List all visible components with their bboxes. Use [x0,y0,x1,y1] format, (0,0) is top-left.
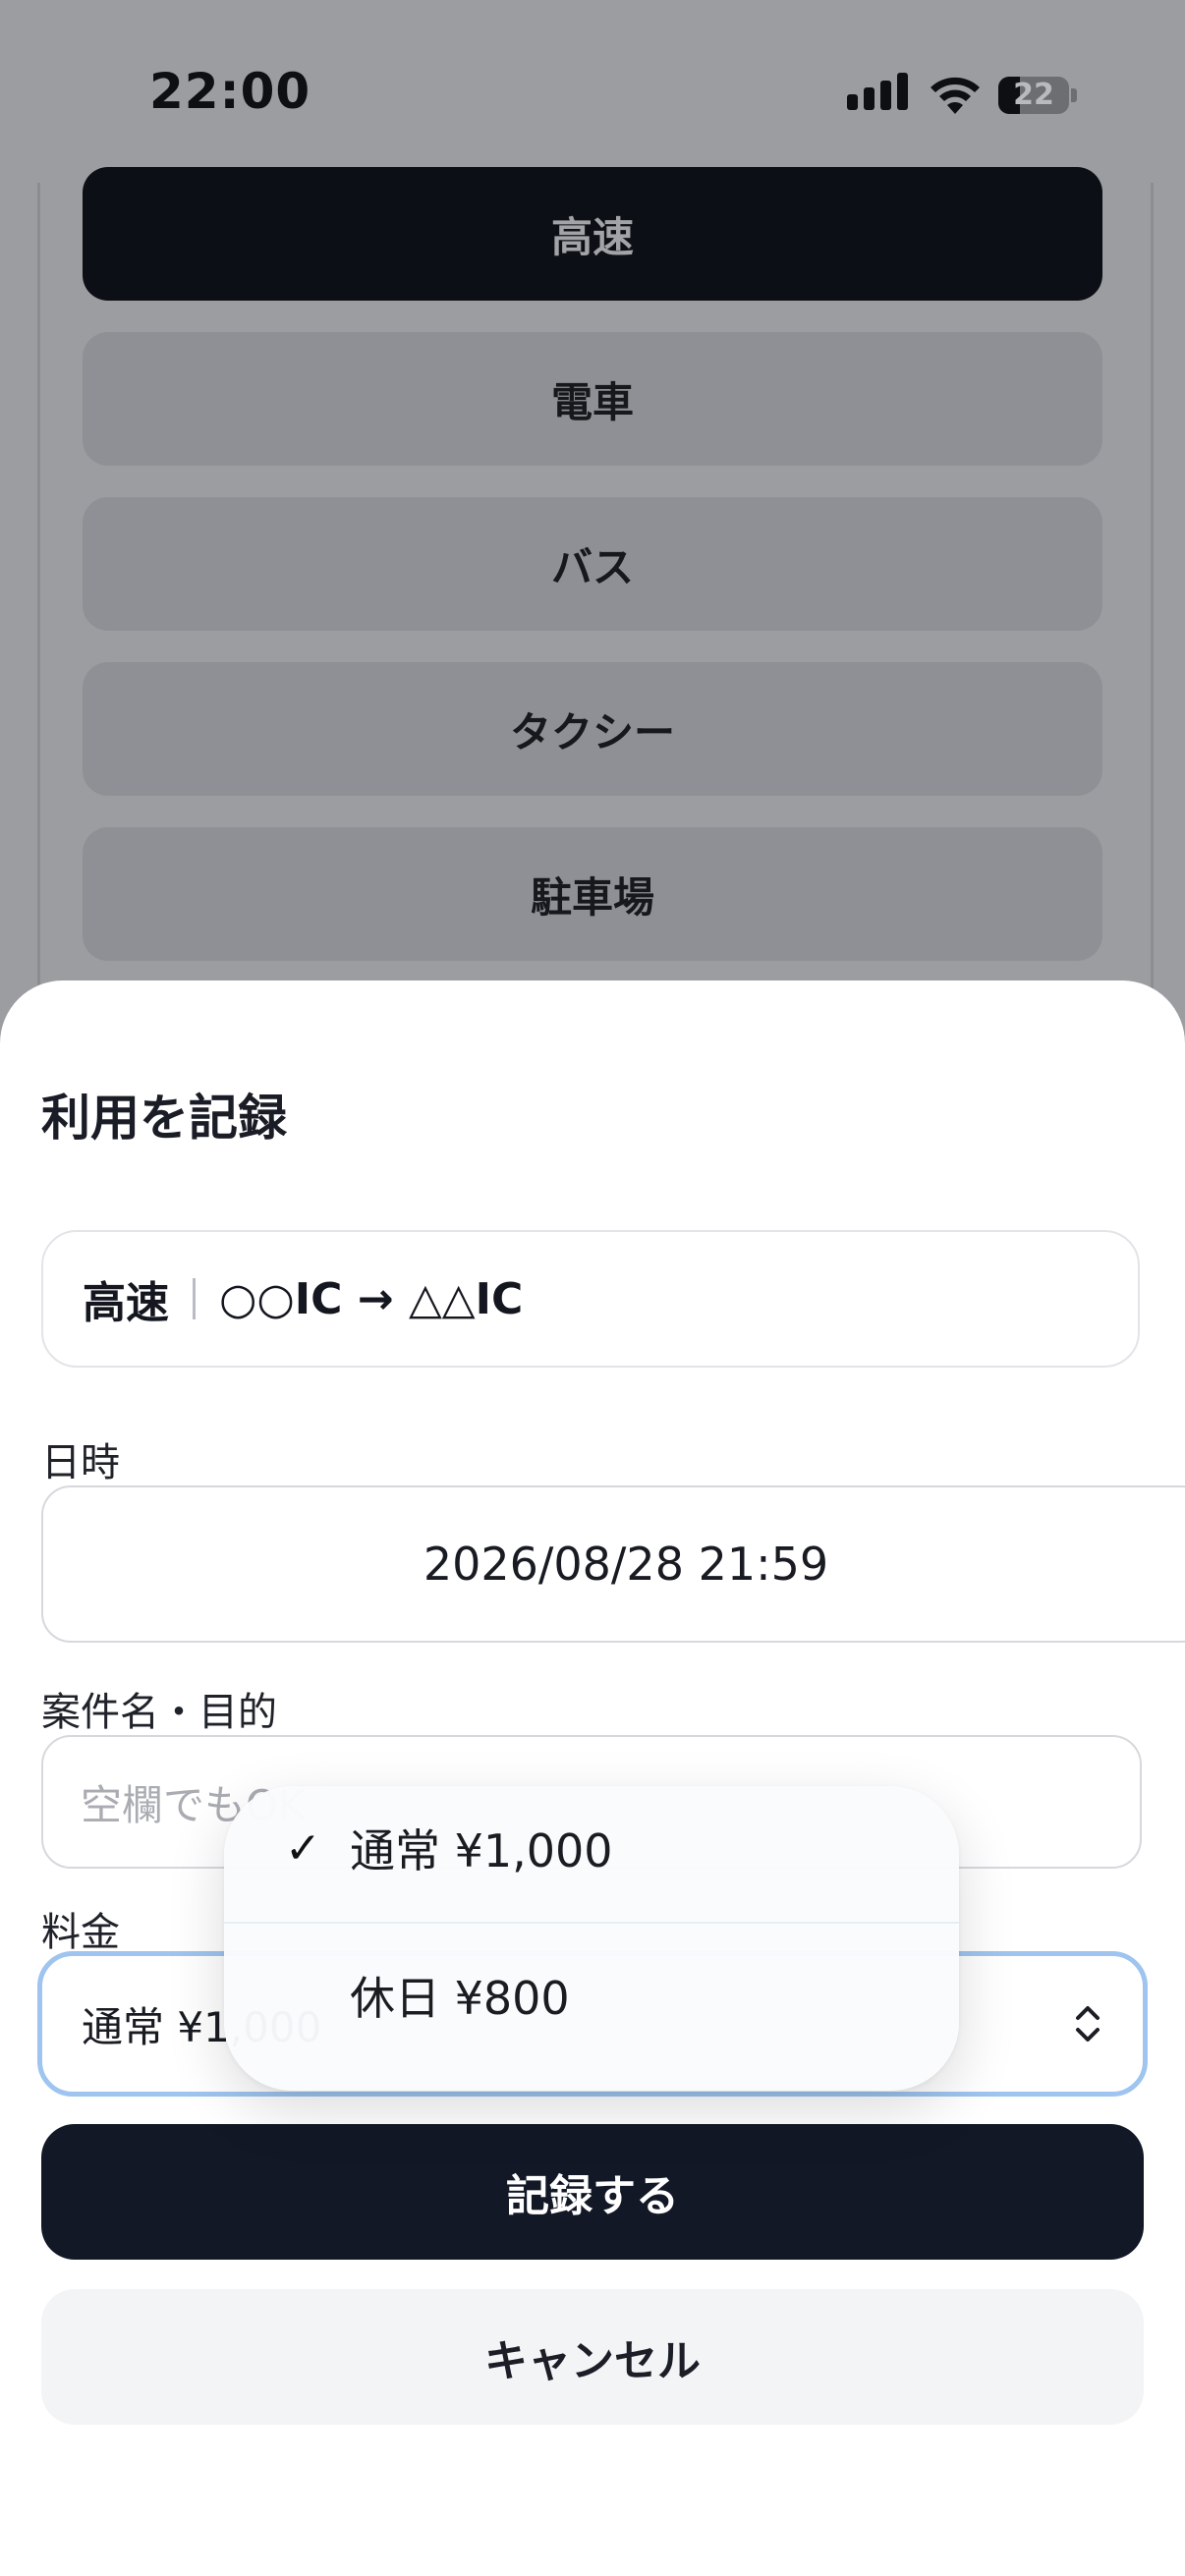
fare-option-holiday[interactable]: 休日 ¥800 [224,1933,959,2057]
status-icons: 22 [847,71,1083,120]
mode-button-train[interactable]: 電車 [83,332,1102,466]
fare-option-label: 休日 ¥800 [350,1972,570,2025]
battery-icon: 22 [998,77,1069,114]
fare-label: 料金 [41,1910,120,1955]
battery-level: 22 [1013,78,1054,112]
sheet-title: 利用を記録 [41,1090,287,1147]
record-button[interactable]: 記録する [41,2124,1144,2260]
mode-button-bus[interactable]: バス [83,497,1102,631]
checkmark-icon: ✓ [285,1822,321,1874]
mode-button-taxi[interactable]: タクシー [83,662,1102,796]
fare-option-regular[interactable]: ✓ 通常 ¥1,000 [224,1786,959,1910]
chevron-up-down-icon [1076,2006,1100,2042]
route-path: ○○IC → △△IC [219,1273,524,1324]
fare-dropdown-menu: ✓ 通常 ¥1,000 休日 ¥800 [224,1786,959,2091]
cancel-button[interactable]: キャンセル [41,2289,1144,2425]
datetime-label: 日時 [41,1440,120,1485]
route-type: 高速 [83,1278,169,1328]
wifi-icon [931,77,980,114]
route-divider [193,1278,196,1319]
purpose-label: 案件名・目的 [41,1690,277,1735]
datetime-field[interactable]: 2026/08/28 21:59 [41,1485,1185,1643]
fare-option-label: 通常 ¥1,000 [350,1824,613,1877]
status-bar: 22:00 22 [0,0,1185,183]
route-summary: 高速 ○○IC → △△IC [41,1230,1140,1368]
mode-button-parking[interactable]: 駐車場 [83,827,1102,961]
dropdown-divider [224,1922,959,1924]
mode-button-highway[interactable]: 高速 [83,167,1102,301]
status-time: 22:00 [149,63,311,120]
